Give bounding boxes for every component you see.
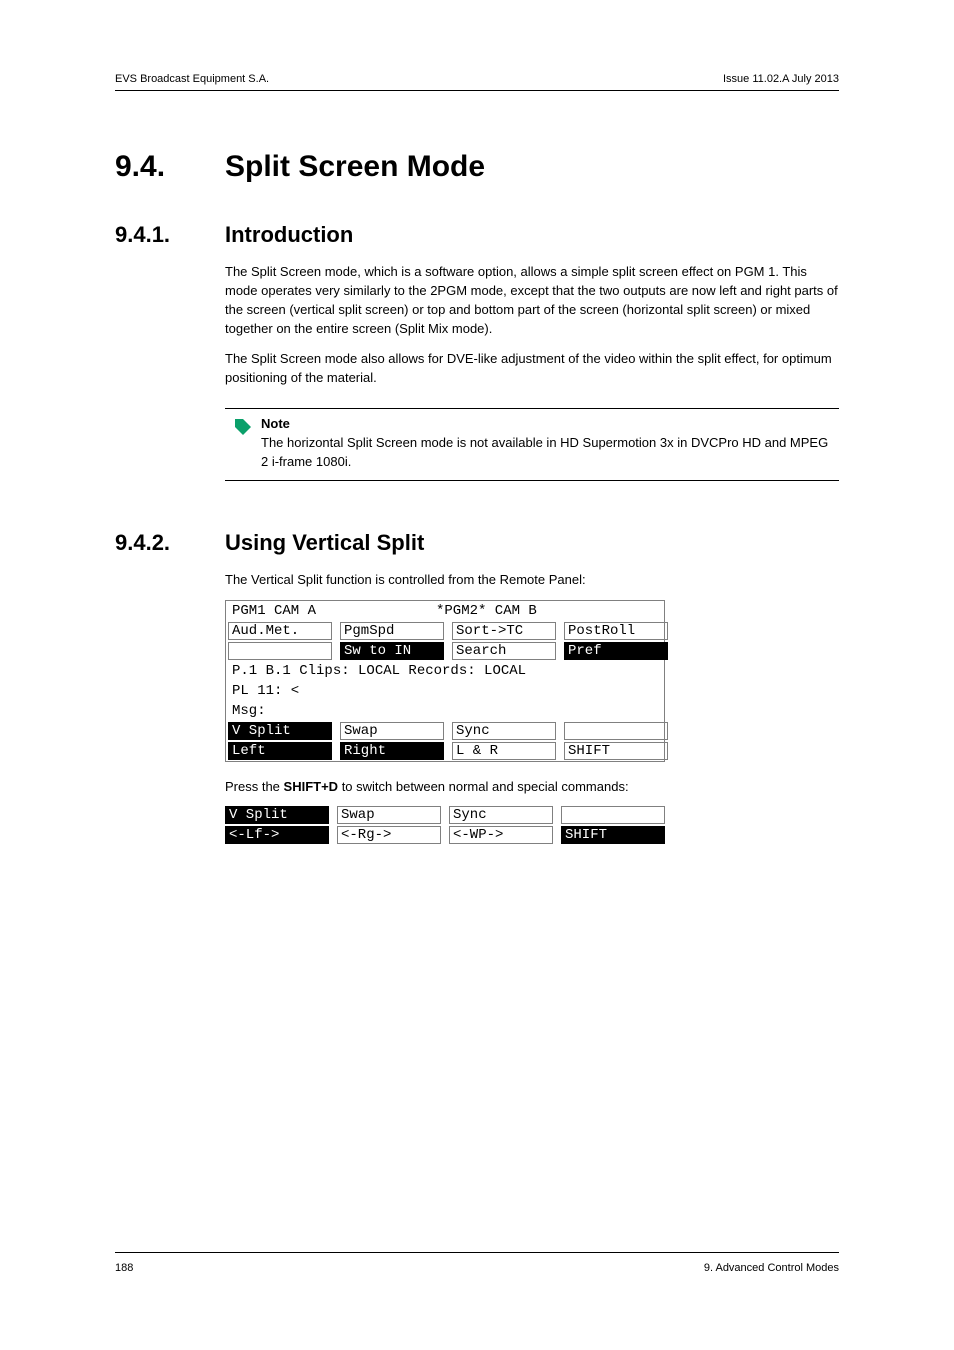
header-right: Issue 11.02.A July 2013 [723,73,839,85]
sw-to-in-button[interactable]: Sw to IN [340,642,444,660]
rg-button[interactable]: <-Rg-> [337,826,441,844]
page-number: 188 [115,1262,133,1274]
shift-d-post: to switch between normal and special com… [338,779,628,794]
heading-9-4-2: 9.4.2. Using Vertical Split [115,530,839,556]
subheading-title: Introduction [225,222,353,248]
sync-button-2[interactable]: Sync [449,806,553,824]
subheading-number: 9.4.2. [115,530,225,556]
left-button[interactable]: Left [228,742,332,760]
search-button[interactable]: Search [452,642,556,660]
pl-line: PL 11: < [226,681,664,701]
pgm2-label: *PGM2* CAM B [434,603,539,619]
note-rule-bottom [225,480,839,481]
clips-records-text: P.1 B.1 Clips: LOCAL Records: LOCAL [230,663,528,679]
swap-button-2[interactable]: Swap [337,806,441,824]
clips-records-line: P.1 B.1 Clips: LOCAL Records: LOCAL [226,661,664,681]
pgmspd-button[interactable]: PgmSpd [340,622,444,640]
heading-number: 9.4. [115,150,225,184]
panel-line-header: PGM1 CAM A *PGM2* CAM B [226,601,664,621]
heading-9-4-1: 9.4.1. Introduction [115,222,839,248]
section-label: 9. Advanced Control Modes [704,1262,839,1274]
shift-label: SHIFT [564,742,668,760]
note-inner: Note The horizontal Split Screen mode is… [225,409,839,480]
swap-button[interactable]: Swap [340,722,444,740]
shift-d-pre: Press the [225,779,284,794]
page: EVS Broadcast Equipment S.A. Issue 11.02… [0,0,954,1350]
empty-cell-3[interactable] [561,806,665,824]
panel-row-4: Left Right L & R SHIFT [226,741,664,761]
wp-button[interactable]: <-WP-> [449,826,553,844]
panel-row-1: Aud.Met. PgmSpd Sort->TC PostRoll [226,621,664,641]
strip-row-2: <-Lf-> <-Rg-> <-WP-> SHIFT [225,825,665,845]
tag-icon [225,415,261,472]
note-text: Note The horizontal Split Screen mode is… [261,415,839,472]
header-left: EVS Broadcast Equipment S.A. [115,73,269,85]
shift-d-bold: SHIFT+D [284,779,339,794]
pl-text: PL 11: < [230,683,301,699]
pref-button[interactable]: Pref [564,642,668,660]
intro-paragraph-1: The Split Screen mode, which is a softwa… [225,263,839,338]
note-block: Note The horizontal Split Screen mode is… [225,408,839,481]
footer-rule [115,1252,839,1253]
panel-row-3: V Split Swap Sync [226,721,664,741]
lf-button[interactable]: <-Lf-> [225,826,329,844]
note-title: Note [261,415,839,434]
shift-d-instruction: Press the SHIFT+D to switch between norm… [225,778,839,797]
lr-button[interactable]: L & R [452,742,556,760]
subheading-title: Using Vertical Split [225,530,424,556]
note-body: The horizontal Split Screen mode is not … [261,434,839,472]
special-commands-strip: V Split Swap Sync <-Lf-> <-Rg-> <-WP-> S… [225,805,665,845]
aud-met-button[interactable]: Aud.Met. [228,622,332,640]
postroll-button[interactable]: PostRoll [564,622,668,640]
strip-row-1: V Split Swap Sync [225,805,665,825]
sync-button[interactable]: Sync [452,722,556,740]
header-rule [115,90,839,91]
subheading-number: 9.4.1. [115,222,225,248]
empty-cell-2[interactable] [564,722,668,740]
sort-tc-button[interactable]: Sort->TC [452,622,556,640]
intro-paragraph-2: The Split Screen mode also allows for DV… [225,350,839,388]
pgm1-label: PGM1 CAM A [230,603,434,619]
v-split-button[interactable]: V Split [228,722,332,740]
remote-panel-display: PGM1 CAM A *PGM2* CAM B Aud.Met. PgmSpd … [225,600,665,762]
right-button[interactable]: Right [340,742,444,760]
heading-title: Split Screen Mode [225,150,485,184]
heading-9-4: 9.4. Split Screen Mode [115,150,839,184]
panel-row-2: Sw to IN Search Pref [226,641,664,661]
shift-button[interactable]: SHIFT [561,826,665,844]
v-split-button-2[interactable]: V Split [225,806,329,824]
msg-text: Msg: [230,703,268,719]
vertical-split-intro: The Vertical Split function is controlle… [225,571,839,590]
empty-cell[interactable] [228,642,332,660]
msg-line: Msg: [226,701,664,721]
